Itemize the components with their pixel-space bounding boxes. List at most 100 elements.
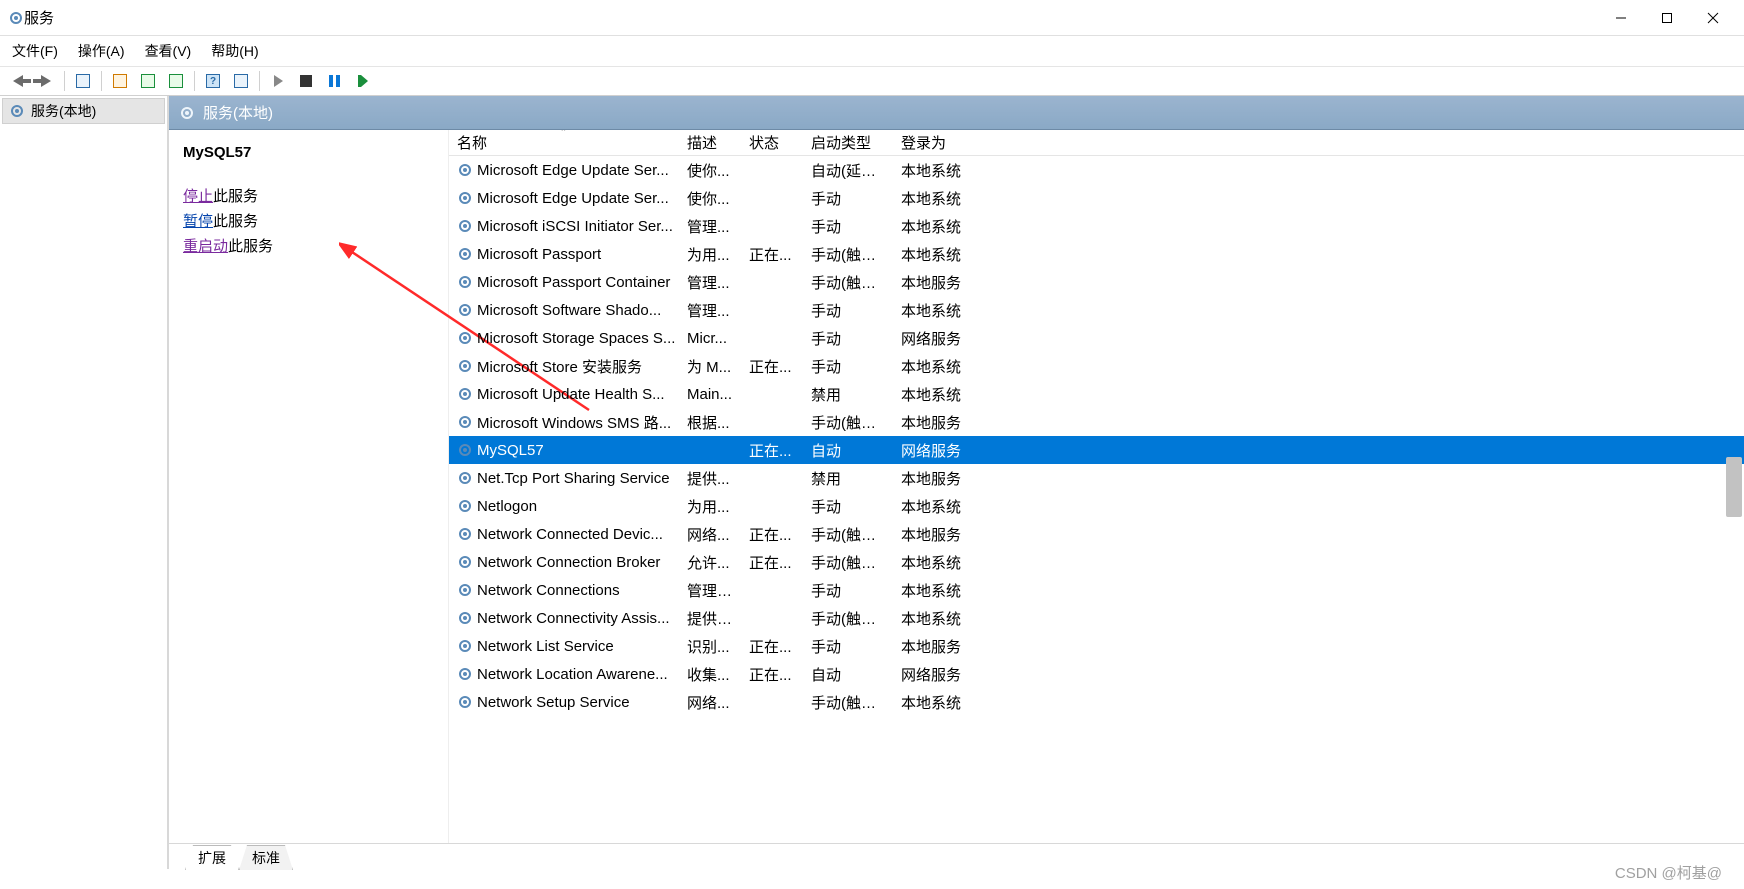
- tab-standard[interactable]: 标准: [239, 845, 293, 870]
- table-row[interactable]: Microsoft Software Shado...管理...手动本地系统: [449, 296, 1744, 324]
- cell-description: 使你...: [679, 188, 741, 209]
- service-name-text: Microsoft Storage Spaces S...: [477, 330, 675, 347]
- cell-status: 正在...: [741, 524, 803, 545]
- table-row[interactable]: Microsoft Store 安装服务为 M...正在...手动本地系统: [449, 352, 1744, 380]
- gear-icon: [457, 666, 473, 682]
- cell-startup: 自动(延迟...: [803, 160, 893, 181]
- cell-name: Microsoft Store 安装服务: [449, 356, 679, 377]
- properties-button[interactable]: [108, 69, 132, 93]
- column-startup-type[interactable]: 启动类型: [803, 132, 893, 153]
- cell-startup: 自动: [803, 664, 893, 685]
- service-name-text: Net.Tcp Port Sharing Service: [477, 470, 670, 487]
- table-row[interactable]: Network Location Awarene...收集...正在...自动网…: [449, 660, 1744, 688]
- close-button[interactable]: [1690, 2, 1736, 34]
- tree-node-services-local[interactable]: 服务(本地): [2, 98, 165, 124]
- service-name-text: Microsoft Windows SMS 路...: [477, 412, 671, 433]
- table-row[interactable]: Network List Service识别...正在...手动本地服务: [449, 632, 1744, 660]
- table-row[interactable]: Network Connectivity Assis...提供 ...手动(触发…: [449, 604, 1744, 632]
- pause-service-button[interactable]: [322, 69, 346, 93]
- table-row[interactable]: Microsoft Passport为用...正在...手动(触发...本地系统: [449, 240, 1744, 268]
- service-name-text: Microsoft iSCSI Initiator Ser...: [477, 218, 673, 235]
- table-row[interactable]: Network Setup Service网络...手动(触发...本地系统: [449, 688, 1744, 716]
- menu-help[interactable]: 帮助(H): [211, 41, 258, 61]
- column-description[interactable]: 描述: [679, 132, 741, 153]
- table-row[interactable]: Microsoft Edge Update Ser...使你...自动(延迟..…: [449, 156, 1744, 184]
- action-suffix: 此服务: [228, 238, 273, 255]
- refresh-button[interactable]: [136, 69, 160, 93]
- cell-startup: 自动: [803, 440, 893, 461]
- menu-file[interactable]: 文件(F): [12, 41, 58, 61]
- export-button[interactable]: [164, 69, 188, 93]
- table-row[interactable]: Microsoft Update Health S...Main...禁用本地系…: [449, 380, 1744, 408]
- cell-logon: 本地系统: [893, 384, 983, 405]
- cell-startup: 手动: [803, 356, 893, 377]
- table-row[interactable]: Network Connections管理"...手动本地系统: [449, 576, 1744, 604]
- gear-icon: [457, 358, 473, 374]
- gear-icon: [457, 582, 473, 598]
- window-title: 服务: [24, 7, 1598, 28]
- service-name-text: Network Connections: [477, 582, 620, 599]
- cell-startup: 手动: [803, 636, 893, 657]
- action-pane-button[interactable]: [229, 69, 253, 93]
- table-row[interactable]: Microsoft iSCSI Initiator Ser...管理...手动本…: [449, 212, 1744, 240]
- service-name-text: Network Connection Broker: [477, 554, 660, 571]
- service-action-links: 停止此服务 暂停此服务 重启动此服务: [183, 185, 434, 256]
- stop-service-link[interactable]: 停止: [183, 188, 213, 205]
- cell-name: Microsoft Windows SMS 路...: [449, 412, 679, 433]
- export-icon: [169, 74, 183, 88]
- stop-service-button[interactable]: [294, 69, 318, 93]
- gear-icon: [457, 386, 473, 402]
- service-name-text: Network Connectivity Assis...: [477, 610, 670, 627]
- table-row[interactable]: Network Connected Devic...网络...正在...手动(触…: [449, 520, 1744, 548]
- forward-button[interactable]: [34, 69, 58, 93]
- minimize-button[interactable]: [1598, 2, 1644, 34]
- help-button[interactable]: ?: [201, 69, 225, 93]
- cell-logon: 本地系统: [893, 300, 983, 321]
- gear-icon: [457, 302, 473, 318]
- scrollbar-thumb[interactable]: [1726, 457, 1742, 517]
- table-row[interactable]: Net.Tcp Port Sharing Service提供...禁用本地服务: [449, 464, 1744, 492]
- back-button[interactable]: [6, 69, 30, 93]
- help-icon: ?: [206, 74, 220, 88]
- maximize-button[interactable]: [1644, 2, 1690, 34]
- service-name-text: Network Connected Devic...: [477, 526, 663, 543]
- show-hide-tree-button[interactable]: [71, 69, 95, 93]
- list-body[interactable]: Microsoft Edge Update Ser...使你...自动(延迟..…: [449, 156, 1744, 843]
- tab-extended[interactable]: 扩展: [185, 845, 239, 870]
- cell-logon: 网络服务: [893, 328, 983, 349]
- window-controls: [1598, 2, 1736, 34]
- cell-status: 正在...: [741, 244, 803, 265]
- table-row[interactable]: Microsoft Edge Update Ser...使你...手动本地系统: [449, 184, 1744, 212]
- column-logon-as[interactable]: 登录为: [893, 132, 983, 153]
- restart-service-link[interactable]: 重启动: [183, 238, 228, 255]
- cell-description: 管理...: [679, 216, 741, 237]
- table-row[interactable]: Netlogon为用...手动本地系统: [449, 492, 1744, 520]
- cell-status: 正在...: [741, 636, 803, 657]
- cell-startup: 禁用: [803, 384, 893, 405]
- pause-service-link[interactable]: 暂停: [183, 213, 213, 230]
- column-name[interactable]: 名称: [449, 132, 679, 153]
- start-service-button[interactable]: [266, 69, 290, 93]
- cell-description: 使你...: [679, 160, 741, 181]
- table-row[interactable]: Network Connection Broker允许...正在...手动(触发…: [449, 548, 1744, 576]
- restart-service-button[interactable]: [350, 69, 374, 93]
- table-row[interactable]: Microsoft Windows SMS 路...根据...手动(触发...本…: [449, 408, 1744, 436]
- menu-action[interactable]: 操作(A): [78, 41, 125, 61]
- table-row[interactable]: Microsoft Passport Container管理...手动(触发..…: [449, 268, 1744, 296]
- separator: [101, 71, 102, 91]
- gear-icon: [457, 554, 473, 570]
- action-suffix: 此服务: [213, 188, 258, 205]
- gear-icon: [457, 330, 473, 346]
- menu-view[interactable]: 查看(V): [145, 41, 192, 61]
- cell-startup: 手动(触发...: [803, 608, 893, 629]
- table-row[interactable]: MySQL57正在...自动网络服务: [449, 436, 1744, 464]
- cell-name: Microsoft Software Shado...: [449, 302, 679, 319]
- cell-name: Network Connection Broker: [449, 554, 679, 571]
- service-name-text: Microsoft Software Shado...: [477, 302, 661, 319]
- console-tree: 服务(本地): [0, 96, 168, 869]
- column-status[interactable]: 状态: [741, 132, 803, 153]
- watermark: CSDN @柯基@: [1615, 862, 1722, 883]
- cell-logon: 网络服务: [893, 664, 983, 685]
- table-row[interactable]: Microsoft Storage Spaces S...Micr...手动网络…: [449, 324, 1744, 352]
- cell-name: Network Location Awarene...: [449, 666, 679, 683]
